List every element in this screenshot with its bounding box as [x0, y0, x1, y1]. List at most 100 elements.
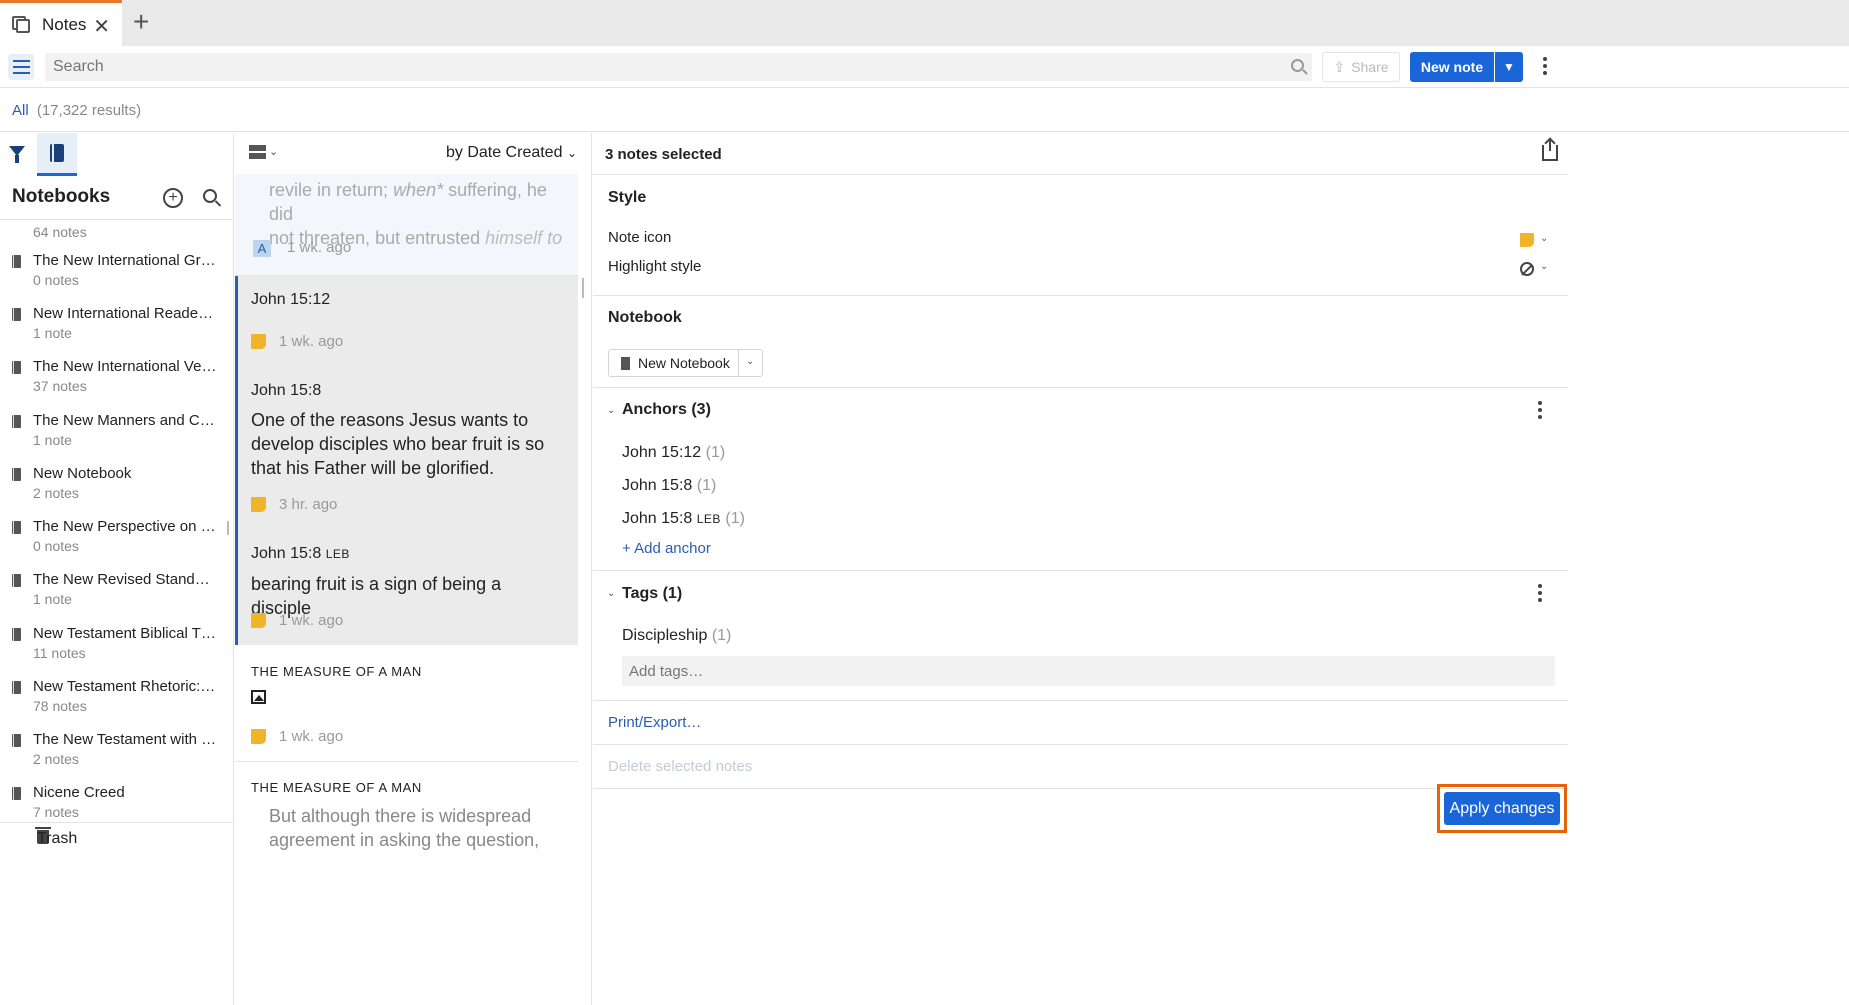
search-icon[interactable] — [1291, 59, 1304, 72]
add-anchor-link[interactable]: + Add anchor — [622, 540, 711, 557]
notebook-item[interactable]: New Testament Biblical T… 11 notes — [0, 622, 233, 675]
notebook-icon — [12, 468, 21, 481]
results-count: (17,322 results) — [36, 102, 142, 119]
note-card[interactable]: John 15:8 One of the reasons Jesus wants… — [235, 367, 578, 530]
notebook-name: The New Perspective on P… — [33, 518, 218, 535]
note-text: himself to — [485, 228, 563, 248]
anchor-item[interactable]: John 15:12 (1) — [622, 444, 725, 462]
reference-text: John 15:8 — [251, 545, 322, 562]
notebook-item[interactable]: The New Testament with I… 2 notes — [0, 728, 233, 781]
note-card[interactable]: John 15:8 LEB bearing fruit is a sign of… — [235, 530, 578, 645]
notebook-icon — [12, 361, 21, 374]
search-input[interactable] — [45, 53, 1312, 81]
notebook-icon — [12, 574, 21, 587]
note-card[interactable]: revile in return; when* suffering, he di… — [235, 174, 578, 275]
note-reference: John 15:8 LEB — [251, 545, 350, 563]
sticky-note-icon — [251, 497, 266, 512]
view-mode-icon[interactable] — [249, 145, 266, 161]
tag-item[interactable]: Discipleship (1) — [622, 627, 731, 645]
add-tags-input[interactable] — [622, 656, 1555, 686]
notebook-item[interactable]: The New International Ver… 37 notes — [0, 355, 233, 408]
anchor-reference: John 15:8 — [622, 510, 693, 527]
notebook-icon — [12, 308, 21, 321]
chevron-down-icon[interactable]: ⌄ — [746, 356, 754, 367]
notebook-icon — [12, 681, 21, 694]
chevron-down-icon[interactable]: ⌄ — [269, 145, 278, 158]
export-icon[interactable] — [1542, 139, 1558, 161]
share-button[interactable]: ⇪ Share — [1322, 52, 1400, 82]
notebook-select[interactable]: New Notebook ⌄ — [608, 349, 763, 377]
more-options-icon[interactable] — [1538, 584, 1542, 602]
note-card[interactable]: THE MEASURE OF A MAN 1 wk. ago — [235, 645, 578, 761]
search-box — [45, 53, 1312, 81]
notebook-item[interactable]: The New Perspective on P… 0 notes — [0, 515, 233, 568]
print-section: Print/Export… — [593, 701, 1568, 745]
tab-notebooks[interactable] — [37, 133, 77, 176]
sticky-note-icon[interactable] — [1520, 233, 1534, 247]
section-title[interactable]: Anchors (3) — [622, 401, 711, 419]
tab-notes[interactable]: Notes ✕ — [0, 0, 122, 46]
notes-list-panel: ⌄ by Date Created ⌄ revile in return; wh… — [235, 133, 592, 1005]
sort-dropdown[interactable]: by Date Created ⌄ — [446, 144, 577, 162]
print-export-link[interactable]: Print/Export… — [608, 714, 701, 731]
image-icon — [251, 690, 266, 704]
anchor-item[interactable]: John 15:8 (1) — [622, 477, 716, 495]
notebook-icon — [621, 357, 630, 370]
note-card[interactable]: THE MEASURE OF A MAN But although there … — [235, 762, 578, 852]
add-notebook-icon[interactable]: + — [163, 188, 183, 208]
notebook-item[interactable]: New Notebook 2 notes — [0, 462, 233, 515]
section-title[interactable]: Tags (1) — [622, 585, 682, 603]
notebook-name: The New International Ver… — [33, 358, 218, 375]
chevron-down-icon[interactable]: ▼ — [1495, 52, 1523, 82]
notebook-count: 0 notes — [33, 272, 79, 288]
filter-all-link[interactable]: All — [12, 102, 29, 119]
notebook-item[interactable]: The New Manners and Cus… 1 note — [0, 409, 233, 462]
notebook-name: New International Reader’… — [33, 305, 218, 322]
trash-item[interactable]: Trash — [0, 822, 233, 856]
note-time: 1 wk. ago — [287, 239, 352, 256]
filter-icon[interactable] — [9, 146, 25, 163]
notebook-count: 2 notes — [33, 751, 79, 767]
apply-changes-button[interactable]: Apply changes — [1444, 792, 1560, 825]
notebook-name: New Notebook — [33, 465, 132, 482]
menu-icon[interactable] — [8, 54, 34, 80]
selected-count: 3 notes selected — [605, 146, 722, 163]
more-options-icon[interactable] — [1538, 401, 1542, 419]
notebook-icon — [50, 144, 64, 162]
add-tab-icon[interactable]: + — [133, 8, 149, 36]
sticky-note-icon — [251, 613, 266, 628]
note-card[interactable]: John 15:12 1 wk. ago — [235, 276, 578, 367]
no-highlight-icon[interactable] — [1520, 262, 1534, 276]
notebook-item[interactable]: The New Revised Standar… 1 note — [0, 568, 233, 621]
notebook-item[interactable]: New International Reader’… 1 note — [0, 302, 233, 355]
chevron-down-icon[interactable]: ⌄ — [607, 405, 615, 416]
chevron-down-icon: ⌄ — [566, 146, 577, 160]
notebook-icon — [12, 415, 21, 428]
trash-label: Trash — [37, 830, 78, 847]
scrollbar[interactable] — [582, 278, 584, 298]
notebook-select-value: New Notebook — [638, 355, 730, 371]
anchor-item[interactable]: John 15:8 LEB (1) — [622, 510, 745, 528]
close-icon[interactable]: ✕ — [93, 14, 110, 39]
chevron-down-icon[interactable]: ⌄ — [1540, 261, 1548, 272]
note-title: THE MEASURE OF A MAN — [251, 780, 422, 795]
chevron-down-icon[interactable]: ⌄ — [607, 588, 615, 599]
note-details-panel: 3 notes selected Style Note icon ⌄ Highl… — [593, 133, 1568, 1005]
notebook-item[interactable]: New Testament Rhetoric: … 78 notes — [0, 675, 233, 728]
notebooks-panel: Notebooks + 64 notes The New Internation… — [0, 133, 234, 1005]
notebook-item[interactable]: The New International Gre… 0 notes — [0, 249, 233, 302]
new-note-button[interactable]: New note — [1410, 52, 1494, 82]
note-reference: John 15:12 — [251, 291, 331, 308]
anchor-reference: John 15:8 — [622, 477, 693, 494]
highlight-style-label: Highlight style — [608, 258, 702, 275]
notebook-icon — [12, 628, 21, 641]
notebook-count: 7 notes — [33, 804, 79, 820]
scrollbar[interactable] — [227, 521, 229, 535]
version-label: LEB — [325, 547, 350, 561]
notebook-icon — [12, 734, 21, 747]
notebook-count: 1 note — [33, 325, 72, 341]
search-icon[interactable] — [203, 189, 217, 203]
notebook-section: Notebook New Notebook ⌄ — [593, 296, 1568, 388]
more-options-icon[interactable] — [1543, 57, 1547, 75]
chevron-down-icon[interactable]: ⌄ — [1540, 233, 1548, 244]
